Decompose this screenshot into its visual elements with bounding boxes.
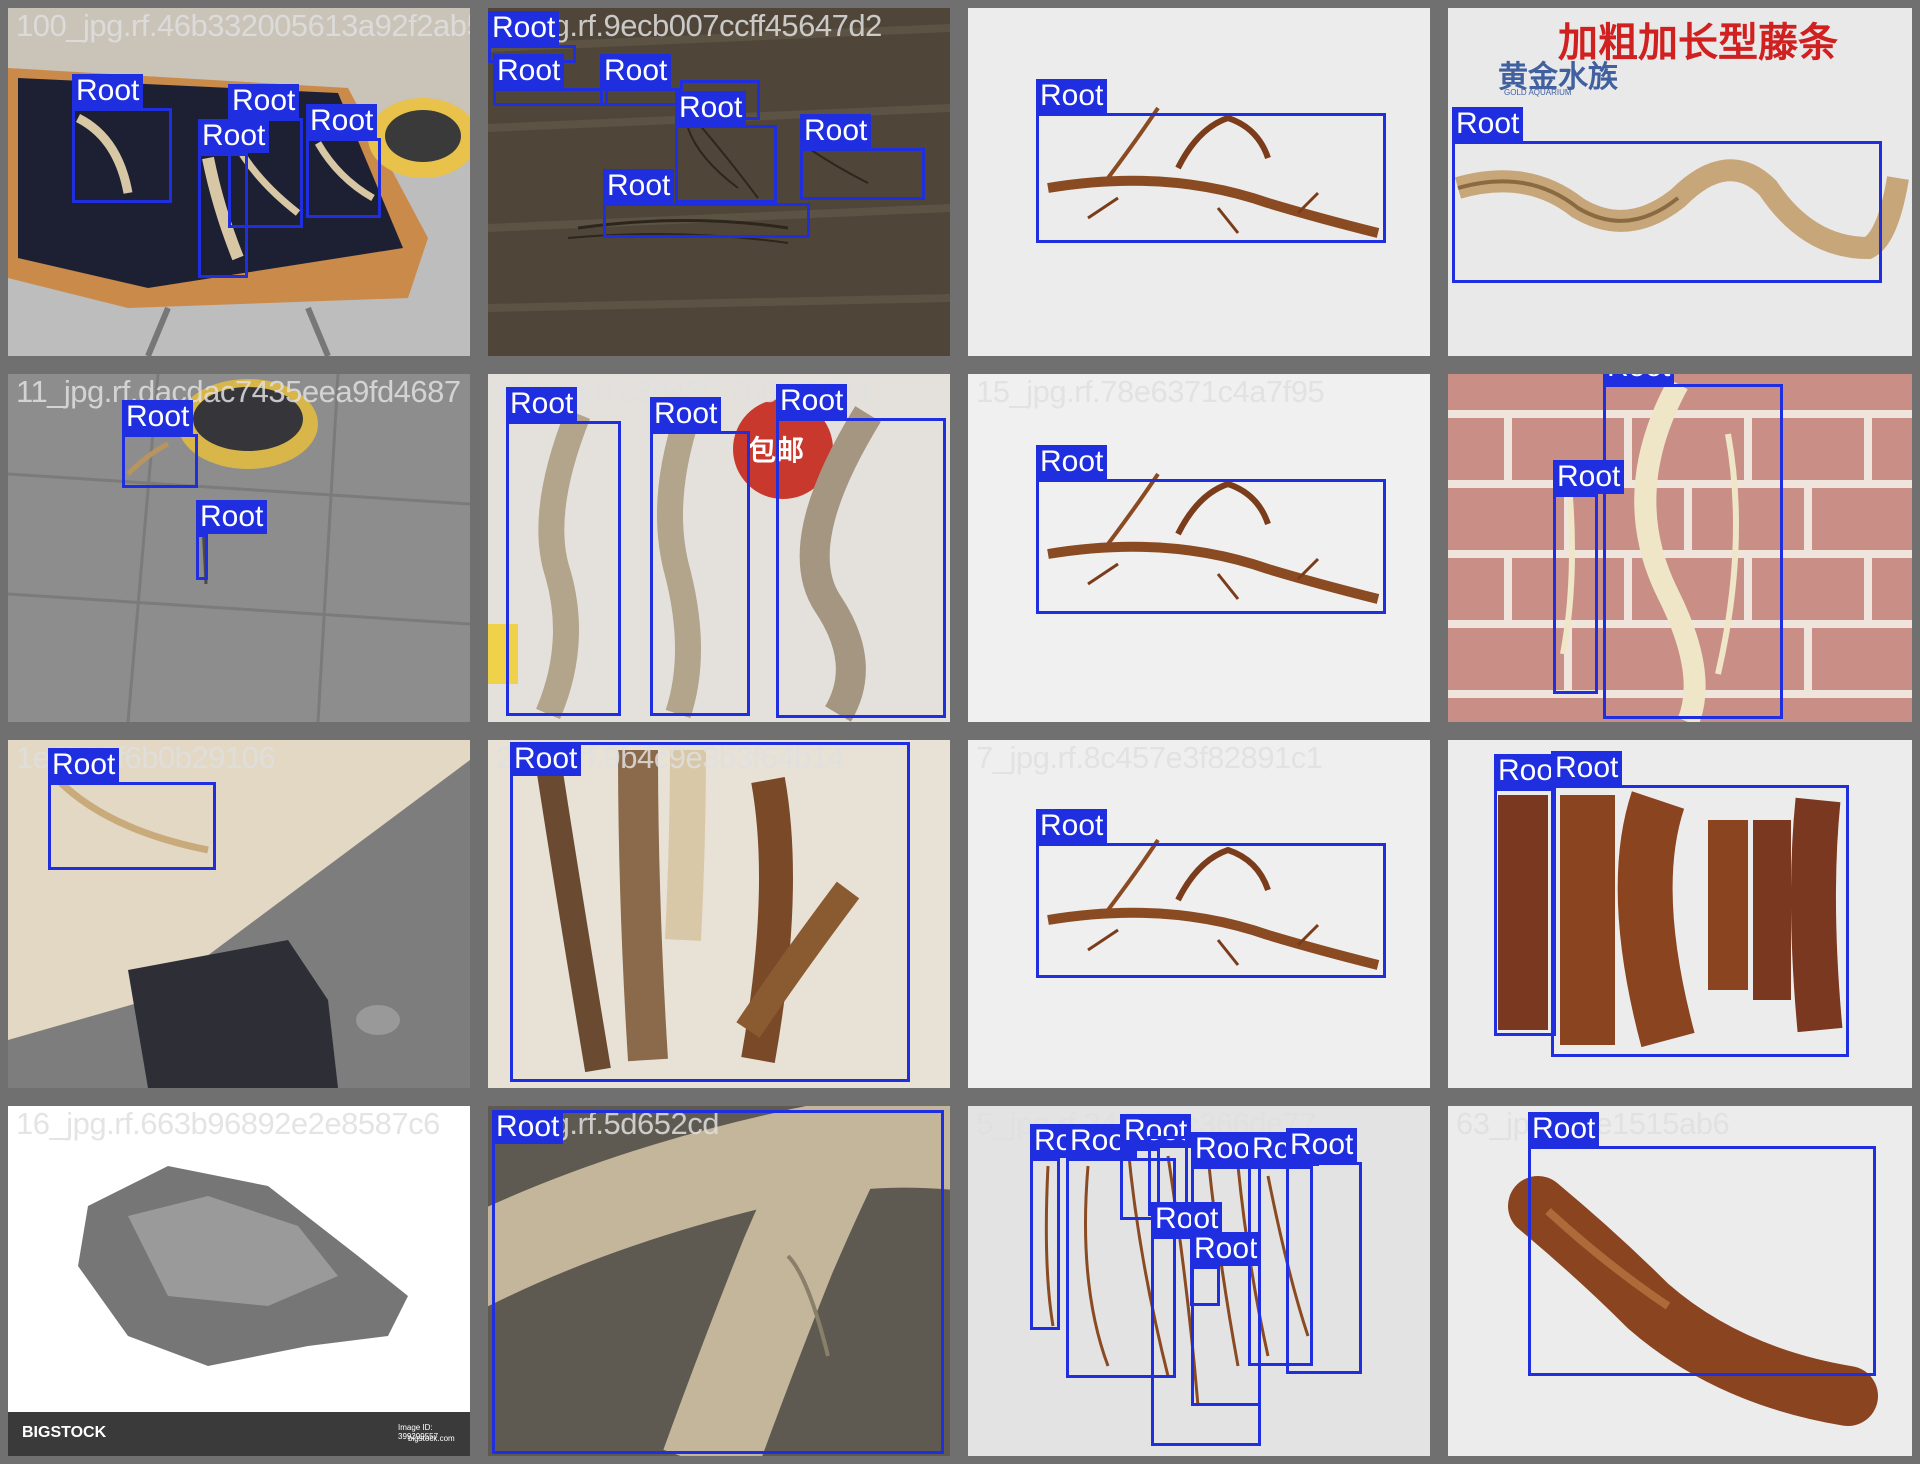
tile-11: 7_jpg.rf.8c457e3f82891c1 Root [968,740,1430,1088]
tile-15: 5_jpg.rf.244360c366de77 Root Root Root R… [968,1106,1430,1456]
tile-6: 包邮 12_jpg.rf.c3d43f1766bf3194 Root Root … [488,374,950,722]
class-label: Root [122,400,194,434]
class-label: Root [492,1110,564,1144]
bbox: Root [1603,374,1783,719]
bbox: Root [72,74,172,203]
watermark-brand-en: GOLD AQUARIUM [1504,88,1572,97]
bbox: Root [800,114,925,200]
tile-13: 16_jpg.rf.663b96892e2e8587c6 BIGSTOCK Im… [8,1106,470,1456]
class-label: Root [1036,79,1108,113]
bbox: Root [650,397,750,716]
bbox: Root [1286,1128,1362,1374]
bbox: Root [48,748,216,870]
class-label: Root [306,104,378,138]
bbox: Root [1036,445,1386,614]
class-label: Root [488,11,560,45]
photo-gray-rock [8,1106,470,1456]
class-label: Root [506,387,578,421]
bbox: Root [306,104,381,218]
class-label: Root [198,119,270,153]
class-label: Root [603,169,675,203]
bbox: Root [196,500,268,580]
bbox: Root [776,384,946,718]
tile-9: 1e4526f6b0b29106 Root [8,740,470,1088]
tile-3: Root [968,8,1430,356]
bbox: Root [1553,460,1625,694]
class-label: Root [800,114,872,148]
class-label: Root [1553,460,1625,494]
stock-brand: BIGSTOCK [22,1424,107,1441]
tile-14: 1_jpg.rf.5d652cd Root [488,1106,950,1456]
bbox: Root [675,91,777,203]
class-label: Root [510,742,582,776]
tile-2: 1_jpg.rf.9ecb007ccff45647d2 Root Root Ro… [488,8,950,356]
bbox: Root [510,742,910,1082]
bbox: Root [1036,809,1386,978]
class-label: Root [228,84,300,118]
bbox: Root [1030,1124,1102,1330]
bbox: Root [600,54,680,106]
class-label: Root [650,397,722,431]
class-label: Root [1452,107,1524,141]
tile-1: 100_jpg.rf.46b332005613a92f2ab5f385 Root… [8,8,470,356]
tile-4: 加粗加长型藤条 黄金水族 GOLD AQUARIUM Root [1448,8,1912,356]
class-label: Root [1528,1112,1600,1146]
class-label: Root [1036,445,1108,479]
bbox: Root [198,119,270,278]
bbox: Root [492,1110,944,1454]
tile-5: 11_jpg.rf.dacdac7435eea9fd4687 Root Root [8,374,470,722]
class-label: Root [675,91,747,125]
bbox: Root [493,54,608,106]
mosaic-grid: 100_jpg.rf.46b332005613a92f2ab5f385 Root… [0,0,1920,1464]
tile-10: 2_jpg.rf.9b4c9e3b3f64b14 Root [488,740,950,1088]
class-label: Root [1036,809,1108,843]
class-label: Root [72,74,144,108]
bbox: Root [1494,754,1566,1036]
class-label: Root [48,748,120,782]
bbox: Root [1036,79,1386,243]
class-label: Root [493,54,565,88]
class-label: Root [776,384,848,418]
bbox: Root [122,400,198,488]
tile-7: 15_jpg.rf.78e6371c4a7f95 Root [968,374,1430,722]
tile-8: Root Root [1448,374,1912,722]
bbox: Root [1528,1112,1876,1376]
class-label: Root [196,500,268,534]
photo-floor-bowl [8,374,470,722]
tile-16: 63_jpg.rf.ce1515ab6 Root [1448,1106,1912,1456]
class-label: Root [1286,1128,1358,1162]
bbox: Root [506,387,621,716]
tile-12: Root Root [1448,740,1912,1088]
stock-site: bigstock.com [408,1434,455,1443]
class-label: Root [1603,374,1675,384]
class-label: Root [600,54,672,88]
bbox: Root [1190,1232,1262,1306]
bbox: Root [1452,107,1882,283]
class-label: Root [1551,751,1623,785]
bbox: Root [1551,751,1849,1057]
bbox: Root [603,169,810,238]
